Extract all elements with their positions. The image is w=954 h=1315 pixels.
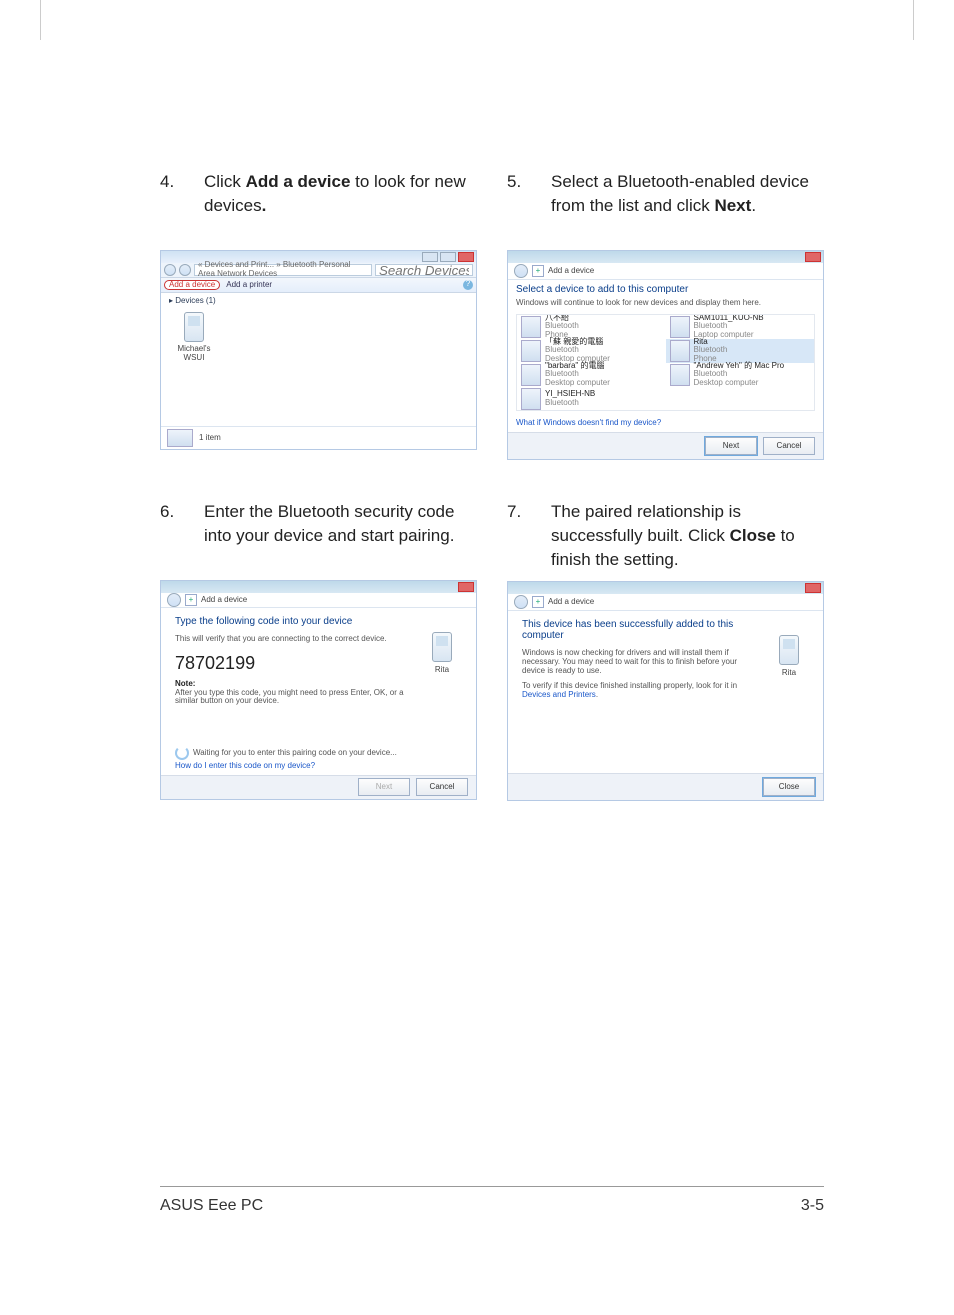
wizard-title: Add a device bbox=[548, 267, 594, 276]
device-list-item[interactable]: 八不給BluetoothPhone bbox=[517, 315, 666, 339]
window-title-bar bbox=[508, 251, 823, 263]
screenshot-devices-and-printers: « Devices and Print... » Bluetooth Perso… bbox=[160, 250, 477, 450]
minimize-icon[interactable] bbox=[422, 252, 438, 262]
back-icon[interactable] bbox=[164, 264, 176, 276]
devices-and-printers-link[interactable]: Devices and Printers bbox=[522, 690, 596, 699]
device-icon bbox=[521, 316, 541, 338]
close-button[interactable]: Close bbox=[763, 778, 815, 796]
step-number: 4. bbox=[160, 170, 184, 240]
screenshot-type-code: + Add a device Type the following code i… bbox=[160, 580, 477, 800]
page-heading: This device has been successfully added … bbox=[522, 619, 759, 641]
step-number: 5. bbox=[507, 170, 531, 240]
pairing-code: 78702199 bbox=[175, 654, 412, 674]
status-text: 1 item bbox=[199, 434, 221, 443]
page-subtext: This will verify that you are connecting… bbox=[175, 635, 412, 644]
cancel-button[interactable]: Cancel bbox=[416, 778, 468, 796]
step-5: 5. Select a Bluetooth-enabled device fro… bbox=[507, 170, 824, 240]
device-list-item[interactable]: SAM1011_KUO-NBBluetoothLaptop computer bbox=[666, 315, 815, 339]
next-button[interactable]: Next bbox=[705, 437, 757, 455]
screenshot-select-device: + Add a device Select a device to add to… bbox=[507, 250, 824, 460]
waiting-status: Waiting for you to enter this pairing co… bbox=[175, 746, 412, 760]
footer-right: 3-5 bbox=[801, 1197, 824, 1215]
device-icon bbox=[670, 316, 690, 338]
spinner-icon bbox=[175, 746, 189, 760]
device-list-item[interactable]: RitaBluetoothPhone bbox=[666, 339, 815, 363]
maximize-icon[interactable] bbox=[440, 252, 456, 262]
device-list-item[interactable]: "Andrew Yeh" 的 Mac ProBluetoothDesktop c… bbox=[666, 363, 815, 387]
toolbar: Add a device Add a printer ? bbox=[161, 278, 476, 293]
page-footer: ASUS Eee PC 3-5 bbox=[160, 1186, 824, 1215]
page-subtext: Windows will continue to look for new de… bbox=[516, 299, 815, 308]
cancel-button[interactable]: Cancel bbox=[763, 437, 815, 455]
device-list-item[interactable]: "barbara" 的電腦BluetoothDesktop computer bbox=[517, 363, 666, 387]
wizard-header: + Add a device bbox=[508, 263, 823, 280]
close-icon[interactable] bbox=[805, 583, 821, 593]
step-text: Enter the Bluetooth security code into y… bbox=[204, 500, 477, 570]
window-title-bar bbox=[508, 582, 823, 594]
step-number: 7. bbox=[507, 500, 531, 571]
button-row: Close bbox=[508, 773, 823, 800]
device-label: Rita bbox=[769, 669, 809, 678]
phone-icon bbox=[779, 635, 799, 665]
status-bar: 1 item bbox=[161, 426, 476, 449]
back-icon bbox=[514, 595, 528, 609]
add-device-icon: + bbox=[532, 596, 544, 608]
wizard-title: Add a device bbox=[201, 596, 247, 605]
phone-icon bbox=[184, 312, 204, 342]
back-icon[interactable] bbox=[514, 264, 528, 278]
help-icon[interactable]: ? bbox=[463, 280, 473, 290]
device-list-item[interactable]: 「蘇 親愛的電腦BluetoothDesktop computer bbox=[517, 339, 666, 363]
device-icon bbox=[521, 388, 541, 410]
success-text-2: To verify if this device finished instal… bbox=[522, 682, 759, 700]
add-a-printer-button[interactable]: Add a printer bbox=[226, 281, 272, 290]
note-text: After you type this code, you might need… bbox=[175, 689, 412, 707]
forward-icon[interactable] bbox=[179, 264, 191, 276]
footer-left: ASUS Eee PC bbox=[160, 1197, 263, 1215]
group-header[interactable]: ▸ Devices (1) bbox=[169, 297, 468, 306]
device-list: 八不給BluetoothPhoneSAM1011_KUO-NBBluetooth… bbox=[516, 314, 815, 411]
step-6: 6. Enter the Bluetooth security code int… bbox=[160, 500, 477, 570]
device-label: Michael's WSUI bbox=[169, 345, 219, 363]
close-icon[interactable] bbox=[805, 252, 821, 262]
close-icon[interactable] bbox=[458, 252, 474, 262]
page-heading: Select a device to add to this computer bbox=[516, 284, 815, 295]
devices-area: ▸ Devices (1) Michael's WSUI bbox=[161, 293, 476, 426]
device-icon bbox=[670, 364, 690, 386]
next-button: Next bbox=[358, 778, 410, 796]
wizard-title: Add a device bbox=[548, 598, 594, 607]
step-text: Click Add a device to look for new devic… bbox=[204, 170, 477, 240]
help-link[interactable]: What if Windows doesn't find my device? bbox=[516, 419, 815, 428]
window-title-bar bbox=[161, 581, 476, 593]
wizard-header: + Add a device bbox=[161, 593, 476, 608]
device-label: Rita bbox=[422, 666, 462, 675]
computer-icon bbox=[167, 429, 193, 447]
close-icon[interactable] bbox=[458, 582, 474, 592]
button-row: Next Cancel bbox=[161, 775, 476, 799]
add-device-icon: + bbox=[185, 594, 197, 606]
step-4: 4. Click Add a device to look for new de… bbox=[160, 170, 477, 240]
wizard-header: + Add a device bbox=[508, 594, 823, 611]
page-heading: Type the following code into your device bbox=[175, 616, 412, 627]
device-icon bbox=[521, 364, 541, 386]
breadcrumb[interactable]: « Devices and Print... » Bluetooth Perso… bbox=[194, 264, 372, 276]
search-input[interactable] bbox=[375, 264, 473, 276]
add-a-device-button[interactable]: Add a device bbox=[164, 280, 220, 291]
button-row: Next Cancel bbox=[508, 432, 823, 459]
add-device-icon: + bbox=[532, 265, 544, 277]
device-item[interactable]: Michael's WSUI bbox=[169, 312, 219, 363]
screenshot-success: + Add a device This device has been succ… bbox=[507, 581, 824, 801]
device-icon bbox=[521, 340, 541, 362]
back-icon[interactable] bbox=[167, 593, 181, 607]
step-7: 7. The paired relationship is successful… bbox=[507, 500, 824, 571]
step-text: The paired relationship is successfully … bbox=[551, 500, 824, 571]
device-list-item[interactable]: YI_HSIEH-NBBluetooth bbox=[517, 387, 666, 411]
device-icon bbox=[670, 340, 690, 362]
success-text-1: Windows is now checking for drivers and … bbox=[522, 649, 759, 675]
address-bar: « Devices and Print... » Bluetooth Perso… bbox=[161, 263, 476, 278]
help-link[interactable]: How do I enter this code on my device? bbox=[175, 762, 412, 771]
step-number: 6. bbox=[160, 500, 184, 570]
step-text: Select a Bluetooth-enabled device from t… bbox=[551, 170, 824, 240]
phone-icon bbox=[432, 632, 452, 662]
